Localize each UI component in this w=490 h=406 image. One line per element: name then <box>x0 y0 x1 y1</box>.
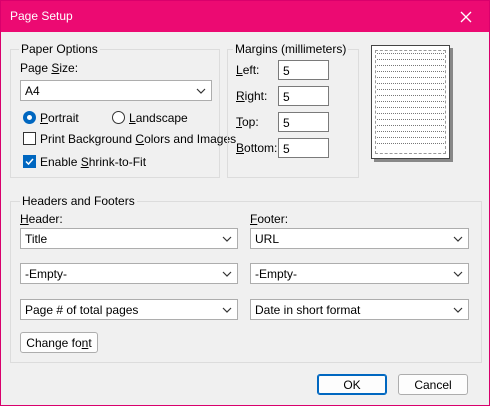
header-select-3[interactable]: Page # of total pages <box>20 299 238 320</box>
close-icon <box>460 11 472 22</box>
left-margin-input[interactable]: 5 <box>278 60 329 80</box>
top-margin-input[interactable]: 5 <box>278 112 329 132</box>
footer-select-1[interactable]: URL <box>250 228 469 249</box>
shrink-to-fit-label[interactable]: Enable Shrink-to-Fit <box>40 155 146 169</box>
right-margin-input[interactable]: 5 <box>278 86 329 106</box>
page-size-select[interactable]: A4 <box>20 80 212 101</box>
page-size-label: Page Size: <box>20 61 79 75</box>
footer-select-2[interactable]: -Empty- <box>250 263 469 284</box>
bottom-margin-input[interactable]: 5 <box>278 138 329 158</box>
portrait-radio[interactable] <box>23 111 36 124</box>
print-background-checkbox[interactable] <box>23 132 36 145</box>
footer-select-3[interactable]: Date in short format <box>250 299 469 320</box>
chevron-down-icon <box>453 307 463 313</box>
chevron-down-icon <box>453 236 463 242</box>
close-button[interactable] <box>443 1 489 32</box>
footer-label: Footer: <box>250 212 289 226</box>
paper-options-title: Paper Options <box>19 42 100 56</box>
landscape-radio[interactable] <box>112 111 125 124</box>
window-title: Page Setup <box>10 9 73 23</box>
chevron-down-icon <box>196 88 206 94</box>
change-font-button[interactable]: Change font <box>20 332 98 353</box>
header-select-1[interactable]: Title <box>20 228 238 249</box>
checkmark-icon <box>25 158 34 166</box>
ok-button[interactable]: OK <box>317 374 387 395</box>
header-label: Header: <box>20 212 63 226</box>
change-font-label: Change font <box>26 335 92 350</box>
page-setup-dialog: Page Setup Paper Options Page Size: A4 P… <box>0 0 490 406</box>
chevron-down-icon <box>453 271 463 277</box>
top-margin-label: Top: <box>236 115 259 129</box>
landscape-label[interactable]: Landscape <box>129 111 188 125</box>
cancel-button[interactable]: Cancel <box>398 374 468 395</box>
margins-title: Margins (millimeters) <box>233 42 349 56</box>
bottom-margin-label: Bottom: <box>236 141 278 155</box>
chevron-down-icon <box>222 271 232 277</box>
chevron-down-icon <box>222 236 232 242</box>
right-margin-label: Right: <box>236 89 268 103</box>
shrink-to-fit-checkbox[interactable] <box>23 155 36 168</box>
page-preview <box>371 45 450 159</box>
portrait-label[interactable]: Portrait <box>40 111 79 125</box>
headers-footers-title: Headers and Footers <box>20 194 137 208</box>
header-select-2[interactable]: -Empty- <box>20 263 238 284</box>
page-preview-content <box>375 50 446 154</box>
title-bar[interactable]: Page Setup <box>1 1 489 32</box>
print-background-label[interactable]: Print Background Colors and Images <box>40 132 236 146</box>
left-margin-label: Left: <box>236 63 260 77</box>
chevron-down-icon <box>222 307 232 313</box>
page-size-value: A4 <box>25 84 40 98</box>
